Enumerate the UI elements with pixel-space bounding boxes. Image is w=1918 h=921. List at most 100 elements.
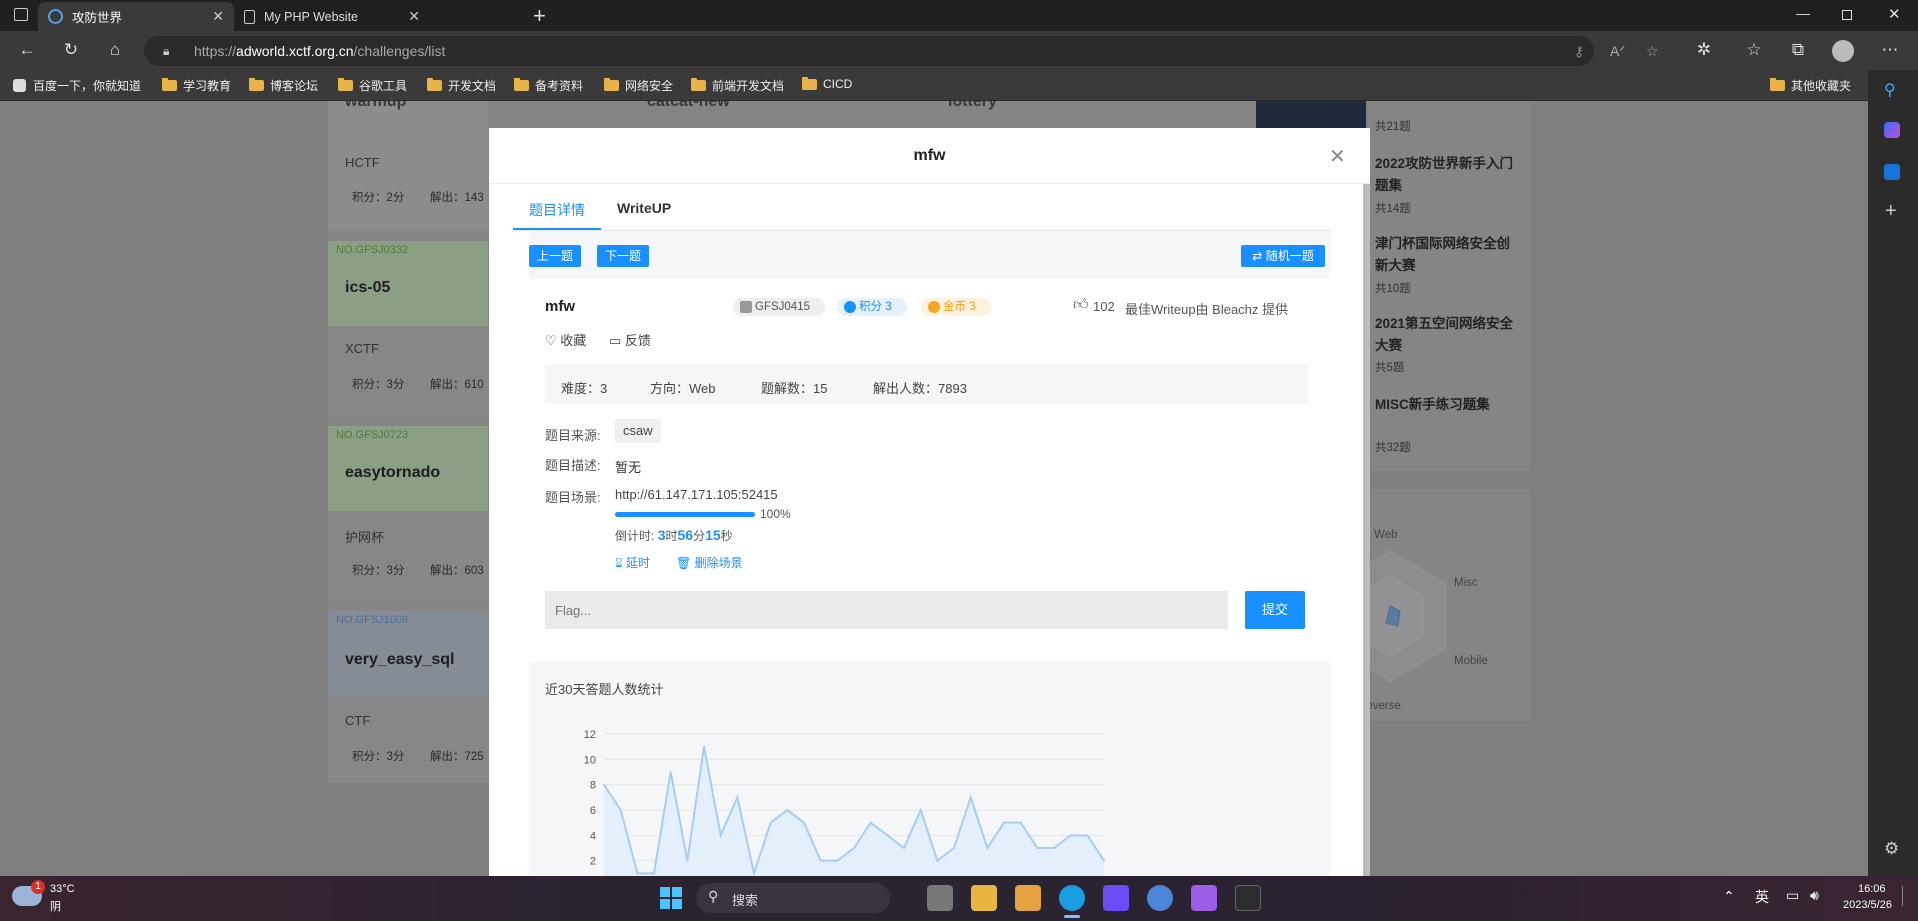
best-writeup-credit[interactable]: 最佳Writeup由 Bleachz 提供 [1125, 299, 1288, 318]
chart-point[interactable] [1086, 834, 1088, 836]
bookmark-folder[interactable]: 谷歌工具 [338, 77, 407, 94]
read-aloud-icon[interactable]: Aᐟ [1610, 36, 1625, 66]
chart-point[interactable] [720, 834, 722, 836]
favorites-icon[interactable]: ☆ [1742, 40, 1766, 60]
challenge-card[interactable]: NO.GFSJ1008 very_easy_sql CTF 积分：3分 解出：7… [328, 611, 488, 783]
chart-point[interactable] [853, 847, 855, 849]
tab-php-website[interactable]: My PHP Website ✕ [234, 2, 430, 31]
topic-title[interactable]: 2022攻防世界新手入门题集 [1375, 153, 1515, 197]
chart-point[interactable] [620, 809, 622, 811]
close-tab-icon[interactable]: ✕ [212, 8, 224, 25]
restore-icon[interactable] [1842, 10, 1852, 20]
chrome-icon[interactable] [1147, 885, 1173, 911]
outlook-icon[interactable] [1884, 164, 1900, 180]
back-icon[interactable]: ← [15, 40, 39, 60]
address-bar[interactable]: 🔒︎ https://adworld.xctf.org.cn/challenge… [144, 36, 1594, 66]
chart-point[interactable] [1070, 834, 1072, 836]
challenge-card[interactable]: NO.GFSJ0723 easytornado 护网杯 积分：3分 解出：603 [328, 426, 488, 598]
close-tab-icon[interactable]: ✕ [408, 8, 420, 25]
flag-input[interactable] [545, 591, 1228, 629]
bookmark-folder[interactable]: CICD [802, 77, 852, 91]
chart-point[interactable] [953, 847, 955, 849]
chart-point[interactable] [653, 872, 655, 874]
ime-indicator[interactable]: 英 [1755, 887, 1769, 907]
extensions-icon[interactable]: ✲ [1692, 40, 1716, 60]
topic-title[interactable]: MISC新手练习题集 [1375, 393, 1515, 413]
chart-point[interactable] [836, 860, 838, 862]
bookmark-baidu[interactable]: 百度一下，你就知道 [13, 77, 141, 94]
bookmark-folder[interactable]: 备考资料 [514, 77, 583, 94]
scene-url[interactable]: http://61.147.171.105:52415 [615, 487, 778, 502]
tab-challenge-details[interactable]: 题目详情 [529, 200, 585, 220]
like-thumb-icon[interactable]: 👍︎ [1073, 296, 1089, 314]
bookmark-other-folder[interactable]: 其他收藏夹 [1770, 77, 1851, 94]
tab-adworld[interactable]: 攻防世界 ✕ [38, 2, 234, 31]
chart-point[interactable] [786, 809, 788, 811]
chart-point[interactable] [670, 771, 672, 773]
chart-point[interactable] [803, 822, 805, 824]
show-hidden-icons[interactable]: ⌃ [1723, 888, 1735, 905]
chart-point[interactable] [1053, 847, 1055, 849]
chart-point[interactable] [986, 847, 988, 849]
start-windows-icon[interactable] [660, 887, 682, 909]
add-icon[interactable]: + [1885, 200, 1897, 223]
previous-button[interactable]: 上一题 [529, 245, 581, 267]
chart-point[interactable] [636, 872, 638, 874]
chart-point[interactable] [820, 860, 822, 862]
file-explorer-icon[interactable] [971, 885, 997, 911]
favorite-star-icon[interactable]: ☆ [1646, 36, 1659, 66]
chart-point[interactable] [936, 860, 938, 862]
settings-gear-icon[interactable]: ⚙ [1884, 839, 1899, 859]
chart-point[interactable] [603, 784, 605, 786]
volume-icon[interactable]: 🔊︎ [1810, 887, 1819, 904]
clock-time[interactable]: 16:06 [1858, 883, 1886, 895]
terminal-icon[interactable] [1235, 885, 1261, 911]
challenge-card[interactable]: NO.GFSJ0332 ics-05 XCTF 积分：3分 解出：610 [328, 241, 488, 413]
bookmark-folder[interactable]: 博客论坛 [249, 77, 318, 94]
challenge-card[interactable]: warmup HCTF 积分：2分 解出：143 [328, 101, 488, 231]
chart-point[interactable] [1036, 847, 1038, 849]
chart-point[interactable] [770, 822, 772, 824]
topic-title[interactable]: 津门杯国际网络安全创新大赛 [1375, 233, 1515, 277]
chart-point[interactable] [1103, 860, 1105, 862]
chart-point[interactable] [703, 746, 705, 748]
home-icon[interactable]: ⌂ [103, 40, 127, 60]
next-button[interactable]: 下一题 [597, 245, 649, 267]
notification-icon[interactable] [1902, 886, 1912, 906]
tab-writeup[interactable]: WriteUP [617, 200, 671, 216]
chart-point[interactable] [870, 822, 872, 824]
visual-studio-icon[interactable] [1191, 885, 1217, 911]
taskbar-search-box[interactable]: ⚲ 搜索 [696, 883, 890, 913]
minimize-icon[interactable]: — [1796, 5, 1810, 21]
delete-scene-button[interactable]: 🗑︎ 删除场景 [676, 554, 743, 571]
bookmark-folder[interactable]: 开发文档 [427, 77, 496, 94]
collections-icon[interactable]: ⧉ [1786, 40, 1810, 60]
chart-point[interactable] [736, 796, 738, 798]
profile-avatar[interactable] [1832, 40, 1854, 62]
feedback-button[interactable]: ▭ 反馈 [609, 330, 651, 349]
submit-flag-button[interactable]: 提交 [1245, 591, 1305, 629]
clock-date[interactable]: 2023/5/26 [1843, 899, 1892, 911]
chart-point[interactable] [886, 834, 888, 836]
topic-title[interactable]: 2021第五空间网络安全大赛 [1375, 313, 1515, 357]
topic-thumbnail[interactable] [1256, 101, 1366, 128]
task-view-icon[interactable] [927, 885, 953, 911]
microsoft-store-icon[interactable] [1015, 885, 1041, 911]
network-icon[interactable]: ▭ [1786, 887, 1799, 904]
bookmark-folder[interactable]: 网络安全 [604, 77, 673, 94]
chart-point[interactable] [903, 847, 905, 849]
close-window-icon[interactable]: ✕ [1888, 5, 1901, 23]
refresh-icon[interactable]: ↻ [59, 40, 83, 60]
chart-point[interactable] [686, 860, 688, 862]
random-challenge-button[interactable]: ⇄ 随机一题 [1241, 245, 1325, 267]
search-icon[interactable]: ⚲ [1884, 80, 1896, 100]
close-icon[interactable]: ✕ [1329, 144, 1346, 169]
extend-time-button[interactable]: ⌛︎ 延时 [615, 554, 650, 571]
tab-actions-icon[interactable] [14, 8, 28, 21]
chart-point[interactable] [753, 872, 755, 874]
new-tab-icon[interactable]: + [533, 3, 546, 29]
key-icon[interactable]: ⚷ [1574, 36, 1584, 66]
phpstorm-icon[interactable] [1103, 885, 1129, 911]
copilot-icon[interactable] [1884, 122, 1900, 138]
chart-point[interactable] [920, 809, 922, 811]
